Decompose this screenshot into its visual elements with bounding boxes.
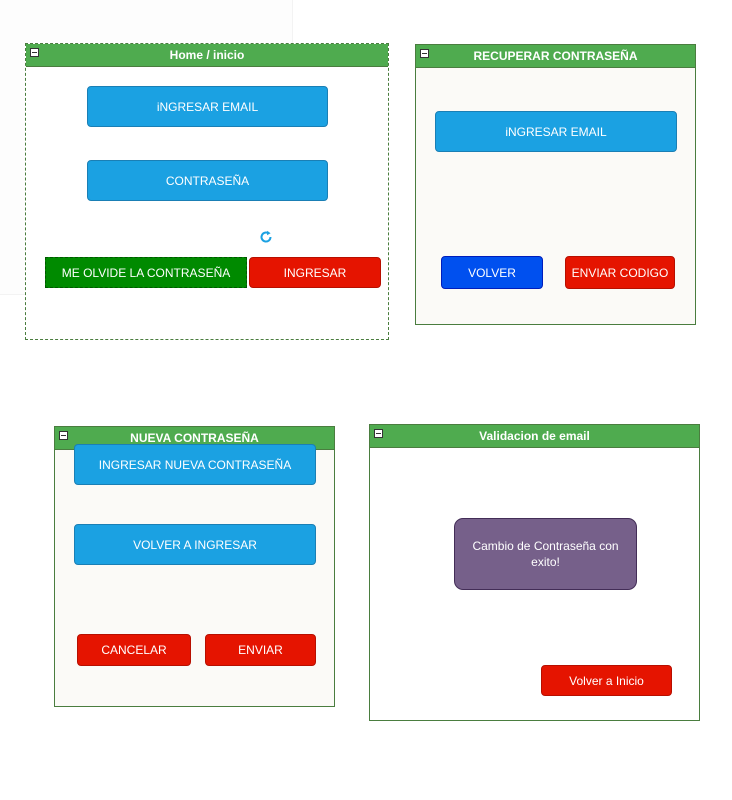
back-to-home-button[interactable]: Volver a Inicio <box>541 665 672 696</box>
send-code-button[interactable]: ENVIAR CODIGO <box>565 256 675 289</box>
new-password-input-button[interactable]: INGRESAR NUEVA CONTRASEÑA <box>74 444 316 485</box>
recover-email-input-button[interactable]: iNGRESAR EMAIL <box>435 111 677 152</box>
validation-frame-header: Validacion de email <box>370 425 699 448</box>
collapse-icon[interactable] <box>30 48 39 57</box>
home-frame-title: Home / inicio <box>169 48 245 62</box>
new-password-frame-title: NUEVA CONTRASEÑA <box>130 431 259 445</box>
collapse-icon[interactable] <box>420 49 429 58</box>
validation-frame-title: Validacion de email <box>479 429 590 443</box>
login-button[interactable]: INGRESAR <box>249 257 381 288</box>
home-frame: Home / inicio iNGRESAR EMAIL CONTRASEÑA … <box>25 43 389 340</box>
back-button[interactable]: VOLVER <box>441 256 543 289</box>
success-message: Cambio de Contraseña con exito! <box>454 518 637 590</box>
recover-frame: RECUPERAR CONTRASEÑA iNGRESAR EMAIL VOLV… <box>415 44 696 325</box>
collapse-icon[interactable] <box>374 429 383 438</box>
home-frame-header: Home / inicio <box>26 44 388 67</box>
collapse-icon[interactable] <box>59 431 68 440</box>
email-input-button[interactable]: iNGRESAR EMAIL <box>87 86 328 127</box>
cancel-button[interactable]: CANCELAR <box>77 634 191 666</box>
repeat-password-input-button[interactable]: VOLVER A INGRESAR <box>74 524 316 565</box>
recover-frame-title: RECUPERAR CONTRASEÑA <box>473 49 638 63</box>
refresh-icon[interactable] <box>259 230 273 244</box>
recover-frame-header: RECUPERAR CONTRASEÑA <box>416 45 695 68</box>
password-input-button[interactable]: CONTRASEÑA <box>87 160 328 201</box>
send-button[interactable]: ENVIAR <box>205 634 316 666</box>
forgot-password-button[interactable]: ME OLVIDE LA CONTRASEÑA <box>45 257 247 288</box>
new-password-frame: NUEVA CONTRASEÑA INGRESAR NUEVA CONTRASE… <box>54 426 335 707</box>
validation-frame: Validacion de email Cambio de Contraseña… <box>369 424 700 721</box>
